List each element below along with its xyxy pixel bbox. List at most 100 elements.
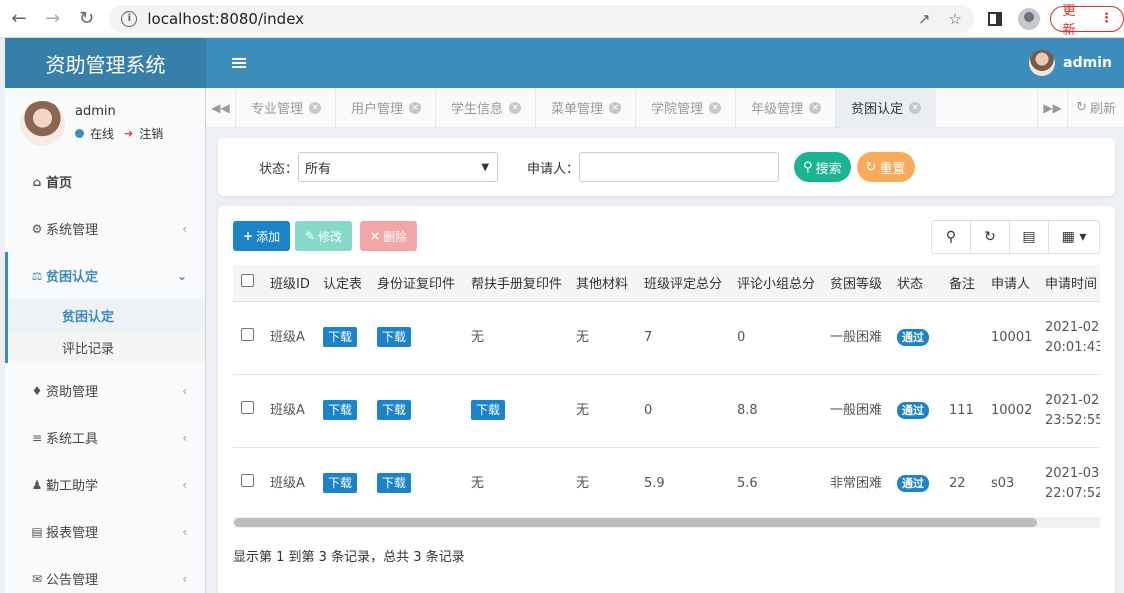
download-id-copy-button[interactable]: 下载	[377, 473, 412, 493]
top-avatar[interactable]	[1029, 50, 1056, 76]
search-icon: ⚲	[803, 159, 813, 175]
tab-colleges[interactable]: 学院管理 ×	[636, 88, 737, 127]
table-toggle-view-icon[interactable]: ▤	[1010, 221, 1049, 253]
add-button-label: 添加	[256, 229, 281, 244]
table-refresh-icon[interactable]: ↻	[971, 221, 1010, 253]
cell-level: 非常困难	[822, 447, 889, 521]
column-header[interactable]: 帮扶手册复印件	[463, 265, 568, 302]
table-row[interactable]: 班级A 下载 下载 无 无 7 0 一般困难 通过 10001 2021-02-…	[233, 301, 1100, 375]
tab-major[interactable]: 专业管理 ×	[236, 88, 337, 127]
sidepanel-icon[interactable]	[987, 11, 1002, 26]
column-header[interactable]: 其他材料	[568, 265, 636, 302]
cell-other: 无	[568, 301, 636, 375]
column-header[interactable]: 状态	[889, 265, 941, 302]
online-dot-icon	[75, 129, 84, 138]
refresh-icon: ↻	[1076, 100, 1087, 115]
applicant-input[interactable]	[579, 152, 780, 182]
column-header[interactable]: 班级评定总分	[636, 265, 729, 302]
submenu-item-poverty-identify[interactable]: 贫困认定	[8, 299, 205, 331]
scrollbar-thumb[interactable]	[234, 518, 1037, 527]
download-id-copy-button[interactable]: 下载	[377, 327, 412, 347]
cell-group-score: 0	[729, 301, 822, 375]
column-header[interactable]: 申请时间	[1037, 265, 1100, 302]
download-id-copy-button[interactable]: 下载	[377, 400, 412, 420]
sidebar-item-work-study[interactable]: ♟ 勤工助学 ‹	[5, 461, 205, 508]
reload-icon[interactable]: ↻	[72, 4, 102, 34]
column-header[interactable]: 贫困等级	[822, 265, 889, 302]
edit-button-label: 修改	[318, 229, 343, 244]
close-icon[interactable]: ×	[809, 101, 822, 114]
column-header[interactable]: 班级ID	[262, 265, 315, 302]
close-icon[interactable]: ×	[409, 101, 422, 114]
row-checkbox[interactable]	[241, 327, 254, 341]
sidebar-item-poverty[interactable]: ⚖ 贫困认定 ⌄	[5, 252, 205, 299]
column-header[interactable]: 备注	[941, 265, 983, 302]
horizontal-scrollbar[interactable]	[233, 517, 1100, 528]
data-table: 班级ID 认定表 身份证复印件 帮扶手册复印件 其他材料 班级评定总分 评论小组…	[233, 265, 1100, 524]
chevron-left-icon: ‹	[182, 430, 187, 445]
sidebar-item-tools[interactable]: ≡ 系统工具 ‹	[5, 414, 205, 461]
top-navbar: admin	[206, 38, 1124, 88]
sidebar-item-label: 首页	[46, 176, 73, 191]
close-icon[interactable]: ×	[709, 101, 722, 114]
tab-users[interactable]: 用户管理 ×	[336, 88, 437, 127]
reset-button[interactable]: ↻ 重置	[856, 152, 915, 182]
table-row[interactable]: 班级A 下载 下载 下载 无 0 8.8 一般困难 通过 111 10002 2…	[233, 374, 1100, 448]
column-header[interactable]: 申请人	[983, 265, 1037, 302]
row-checkbox[interactable]	[241, 400, 254, 414]
download-aid-book-button[interactable]: 下载	[471, 400, 506, 420]
profile-icon[interactable]	[1017, 7, 1040, 30]
table-search-icon[interactable]: ⚲	[932, 221, 971, 253]
sidebar-item-home[interactable]: ⌂ 首页	[5, 158, 205, 205]
menu-toggle-icon[interactable]	[232, 58, 246, 68]
search-button[interactable]: ⚲ 搜索	[794, 152, 851, 182]
chevron-left-icon: ‹	[182, 383, 187, 398]
status-badge: 通过	[897, 328, 929, 346]
app-logo[interactable]: 资助管理系统	[5, 38, 206, 88]
tab-grades[interactable]: 年级管理 ×	[736, 88, 837, 127]
logout-link[interactable]: 注销	[139, 125, 163, 142]
tabs-scroll-right-icon[interactable]: ▶▶	[1037, 88, 1067, 127]
star-icon[interactable]: ☆	[948, 10, 961, 28]
tab-menus[interactable]: 菜单管理 ×	[536, 88, 637, 127]
close-icon[interactable]: ×	[609, 101, 622, 114]
info-icon[interactable]: i	[121, 10, 138, 27]
more-icon[interactable]: ⋮	[1100, 11, 1113, 26]
select-all-checkbox[interactable]	[241, 274, 254, 288]
chevron-left-icon: ‹	[182, 571, 187, 586]
tab-students[interactable]: 学生信息 ×	[436, 88, 537, 127]
tab-poverty[interactable]: 贫困认定 ×	[836, 88, 937, 127]
close-icon[interactable]: ×	[309, 101, 322, 114]
status-select[interactable]: 所有 ▼	[298, 152, 499, 182]
close-icon[interactable]: ×	[909, 101, 922, 114]
user-name: admin	[75, 104, 116, 119]
delete-button[interactable]: × 删除	[360, 221, 418, 251]
tab-label: 学院管理	[651, 102, 704, 117]
sidebar-item-funding[interactable]: ♦ 资助管理 ‹	[5, 367, 205, 414]
add-button[interactable]: + 添加	[233, 221, 291, 251]
download-form-button[interactable]: 下载	[323, 400, 358, 420]
table-row[interactable]: 班级A 下载 下载 无 无 5.9 5.6 非常困难 通过 22 s03 202…	[233, 447, 1100, 521]
submenu-item-evaluation-records[interactable]: 评比记录	[8, 331, 205, 363]
edit-button[interactable]: ✎ 修改	[295, 221, 353, 251]
refresh-button[interactable]: ↻ 刷新	[1067, 88, 1124, 127]
download-form-button[interactable]: 下载	[323, 473, 358, 493]
column-header[interactable]: 评论小组总分	[729, 265, 822, 302]
forward-icon[interactable]: →	[38, 4, 68, 34]
back-icon[interactable]: ←	[4, 4, 34, 34]
close-icon[interactable]: ×	[509, 101, 522, 114]
column-header[interactable]: 认定表	[315, 265, 369, 302]
logout-icon[interactable]: ➜	[124, 127, 133, 140]
share-icon[interactable]: ↗	[918, 10, 931, 28]
row-checkbox[interactable]	[241, 473, 254, 487]
download-form-button[interactable]: 下载	[323, 327, 358, 347]
sidebar-item-reports[interactable]: ▤ 报表管理 ‹	[5, 508, 205, 555]
sidebar-item-notices[interactable]: ✉ 公告管理 ‹	[5, 555, 205, 593]
top-user-name[interactable]: admin	[1063, 55, 1112, 71]
sidebar-item-system[interactable]: ⚙ 系统管理 ‹	[5, 205, 205, 252]
column-header[interactable]: 身份证复印件	[369, 265, 463, 302]
update-button[interactable]: 更新 ⋮	[1049, 4, 1124, 38]
address-bar[interactable]: i localhost:8080/index ↗ ☆	[109, 4, 974, 33]
columns-dropdown-icon[interactable]: ▦ ▾	[1049, 221, 1099, 253]
tabs-scroll-left-icon[interactable]: ◀◀	[206, 88, 236, 127]
